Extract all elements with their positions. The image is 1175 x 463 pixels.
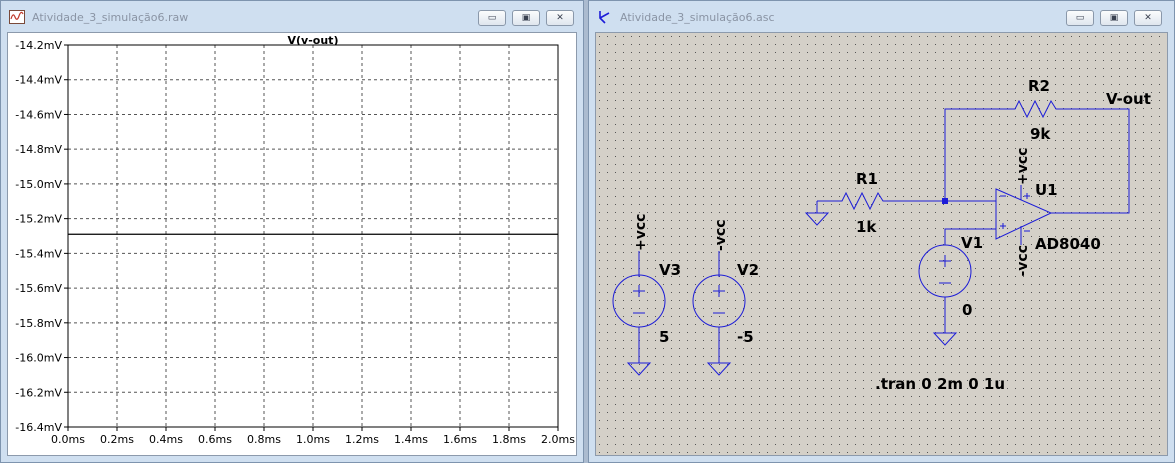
v1-label: V1 bbox=[961, 234, 983, 252]
r1-value: 1k bbox=[856, 218, 877, 236]
schematic-icon bbox=[599, 11, 610, 24]
x-tick-label: 0.2ms bbox=[100, 433, 134, 446]
x-tick-label: 1.2ms bbox=[345, 433, 379, 446]
v3-value: 5 bbox=[659, 328, 669, 346]
maximize-button[interactable]: ▣ bbox=[512, 10, 540, 26]
v3-label: V3 bbox=[659, 261, 681, 279]
x-tick-label: 0.6ms bbox=[198, 433, 232, 446]
x-tick-label: 1.4ms bbox=[394, 433, 428, 446]
schematic-drawing[interactable]: R2 9k V-out R1 1k U1 AD8040 V1 0 V3 5 V2… bbox=[596, 33, 1168, 456]
y-tick-label: -14.6mV bbox=[15, 108, 62, 121]
r1-label: R1 bbox=[856, 170, 878, 188]
waveform-window[interactable]: Atividade_3_simulação6.raw ▭ ▣ ✕ 0.0ms 0.… bbox=[0, 0, 584, 463]
x-tick-label: 0.8ms bbox=[247, 433, 281, 446]
v1-value: 0 bbox=[962, 301, 972, 319]
y-tick-label: -16.0mV bbox=[15, 352, 62, 365]
y-tick-label: -15.6mV bbox=[15, 282, 62, 295]
close-button[interactable]: ✕ bbox=[546, 10, 574, 26]
y-tick-label: -15.2mV bbox=[15, 213, 62, 226]
v2-label: V2 bbox=[737, 261, 759, 279]
v3-vcc-flag: +vcc bbox=[633, 214, 649, 251]
x-tick-label: 0.4ms bbox=[149, 433, 183, 446]
y-tick-label: -14.2mV bbox=[15, 39, 62, 52]
v2-value: -5 bbox=[737, 328, 754, 346]
waveform-titlebar[interactable]: Atividade_3_simulação6.raw ▭ ▣ ✕ bbox=[1, 1, 583, 32]
maximize-button[interactable]: ▣ bbox=[1100, 10, 1128, 26]
y-tick-label: -15.8mV bbox=[15, 317, 62, 330]
x-tick-label: 1.0ms bbox=[296, 433, 330, 446]
waveform-chart[interactable]: 0.0ms 0.2ms 0.4ms 0.6ms 0.8ms 1.0ms 1.2ms 1.4ms… bbox=[8, 33, 577, 456]
minimize-button[interactable]: ▭ bbox=[1066, 10, 1094, 26]
r2-label: R2 bbox=[1028, 77, 1050, 95]
waveform-icon bbox=[9, 10, 25, 24]
waveform-window-title: Atividade_3_simulação6.raw bbox=[32, 11, 189, 24]
waveform-plot-area[interactable]: 0.0ms 0.2ms 0.4ms 0.6ms 0.8ms 1.0ms 1.2ms 1.4ms… bbox=[7, 32, 577, 456]
y-tick-label: -15.4mV bbox=[15, 247, 62, 260]
vcc-neg-flag: -vcc bbox=[1015, 245, 1031, 277]
schematic-window[interactable]: Atividade_3_simulação6.asc ▭ ▣ ✕ R2 9k V… bbox=[588, 0, 1175, 463]
y-tick-label: -14.8mV bbox=[15, 143, 62, 156]
x-tick-label: 1.8ms bbox=[492, 433, 526, 446]
schematic-titlebar[interactable]: Atividade_3_simulação6.asc ▭ ▣ ✕ bbox=[589, 1, 1174, 32]
x-tick-label: 1.6ms bbox=[443, 433, 477, 446]
x-tick-label: 2.0ms bbox=[541, 433, 575, 446]
y-tick-label: -15.0mV bbox=[15, 178, 62, 191]
y-tick-label: -16.2mV bbox=[15, 386, 62, 399]
vcc-pos-flag: +vcc bbox=[1015, 148, 1031, 185]
y-tick-label: -14.4mV bbox=[15, 74, 62, 87]
u1-label: U1 bbox=[1035, 181, 1058, 199]
tran-directive[interactable]: .tran 0 2m 0 1u bbox=[875, 375, 1005, 393]
chart-title: V(v-out) bbox=[288, 34, 339, 47]
junction-dot bbox=[942, 198, 948, 204]
schematic-canvas[interactable]: R2 9k V-out R1 1k U1 AD8040 V1 0 V3 5 V2… bbox=[595, 32, 1168, 456]
r2-value: 9k bbox=[1030, 125, 1051, 143]
x-tick-label: 0.0ms bbox=[51, 433, 85, 446]
minimize-button[interactable]: ▭ bbox=[478, 10, 506, 26]
schematic-window-title: Atividade_3_simulação6.asc bbox=[620, 11, 775, 24]
u1-model: AD8040 bbox=[1035, 235, 1101, 253]
vout-net-label: V-out bbox=[1106, 90, 1151, 108]
close-button[interactable]: ✕ bbox=[1134, 10, 1162, 26]
v2-vcc-flag: -vcc bbox=[713, 219, 729, 251]
y-tick-label: -16.4mV bbox=[15, 421, 62, 434]
